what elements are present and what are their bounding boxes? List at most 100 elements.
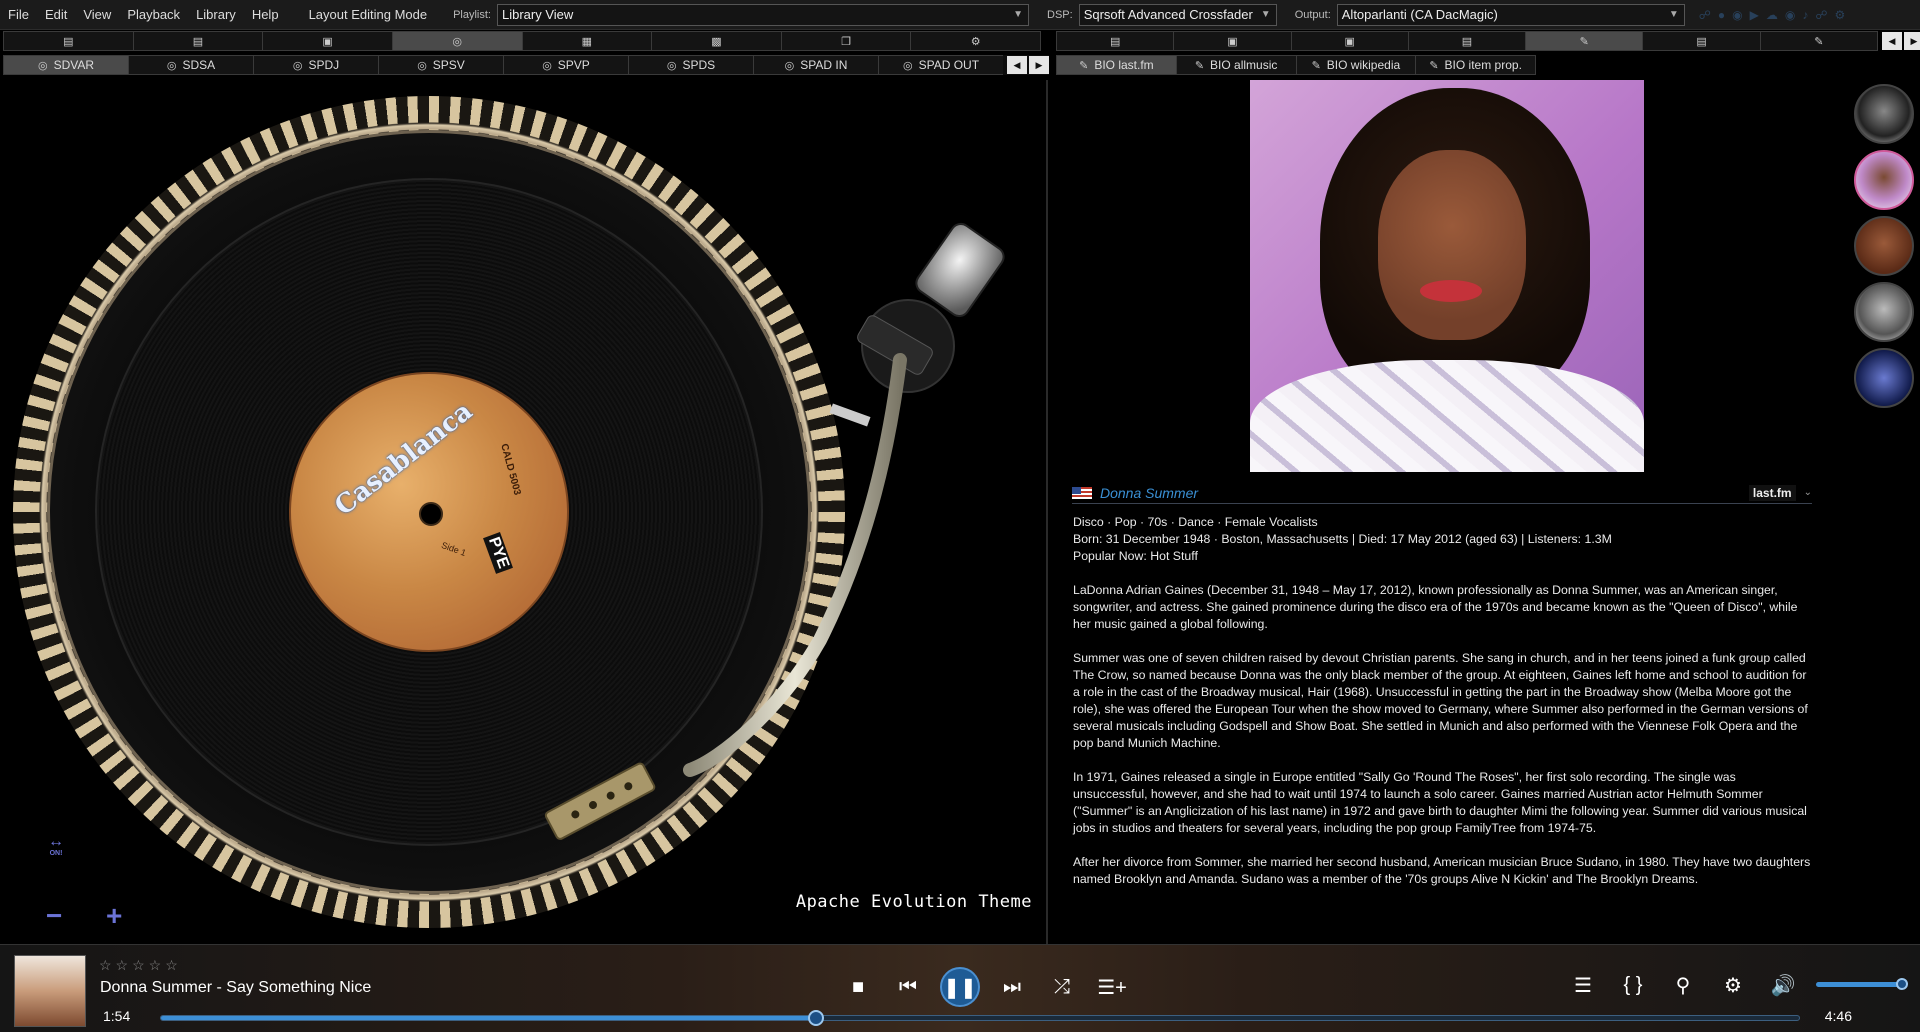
tab-chart[interactable]: ▩ (651, 31, 781, 51)
artist-thumbnail[interactable] (1854, 348, 1914, 408)
menu-library[interactable]: Library (188, 0, 244, 30)
menu-edit[interactable]: Edit (37, 0, 75, 30)
sync-toggle-icon[interactable]: ↔ ON! (48, 834, 64, 860)
platter[interactable]: Casablanca Side 1 CALD 5003 PYE (13, 96, 845, 928)
tab-label: BIO wikipedia (1326, 58, 1401, 72)
layout-editing-mode-toggle[interactable]: Layout Editing Mode (301, 0, 436, 30)
tab-gear[interactable]: ⚙ (910, 31, 1041, 51)
menu-view[interactable]: View (75, 0, 119, 30)
shuffle-button[interactable]: ⤮ (1044, 969, 1080, 1005)
artist-photo[interactable] (1250, 80, 1644, 472)
menu-file[interactable]: File (0, 0, 37, 30)
tab-sdsa[interactable]: ◎ SDSA (128, 55, 253, 75)
tab-bio-item-properties[interactable]: ✎ BIO item prop. (1415, 55, 1536, 75)
tab-biography[interactable]: ✎ (1525, 31, 1643, 51)
artist-thumbnail[interactable] (1854, 216, 1914, 276)
tab-columns[interactable]: ▦ (521, 31, 652, 51)
tab-sdvar[interactable]: ◎ SDVAR (3, 55, 128, 75)
rating-stars[interactable]: ☆☆☆☆☆ (99, 957, 182, 974)
left-icon-tab-row: ▤ ▤ ▣ ◎ ▦ ▩ ❐ ⚙ (3, 31, 1041, 51)
output-value: Altoparlanti (CA DacMagic) (1341, 6, 1498, 22)
volume-handle[interactable] (1896, 978, 1908, 990)
music-icon[interactable]: ♪ (1802, 8, 1808, 22)
mute-button[interactable]: 🔊 (1764, 967, 1802, 1003)
chevron-down-icon[interactable]: ⌄ (1804, 487, 1812, 498)
scroll-left-button[interactable]: ◀ (1007, 56, 1027, 74)
right-tab-scroll: ◀ ▶ (1882, 31, 1920, 50)
stop-button[interactable]: ■ (840, 969, 876, 1005)
wikipedia-icon[interactable]: ☍ (1815, 8, 1827, 22)
record-icon: ◎ (542, 59, 552, 72)
cloud-icon[interactable]: ☁ (1766, 8, 1778, 22)
tab-edit[interactable]: ✎ (1759, 31, 1878, 51)
tab-spsv[interactable]: ◎ SPSV (378, 55, 503, 75)
playlist-value: Library View (502, 6, 574, 22)
tab-cassette[interactable]: ▣ (1290, 31, 1408, 51)
artist-thumbnail[interactable] (1854, 84, 1914, 144)
chart-icon: ▩ (711, 35, 722, 48)
tab-document[interactable]: ▤ (3, 31, 133, 51)
search-button[interactable]: ⚲ (1664, 967, 1702, 1003)
record-label: Casablanca Side 1 CALD 5003 PYE (289, 372, 569, 652)
tab-spdj[interactable]: ◎ SPDJ (253, 55, 378, 75)
tab-spvp[interactable]: ◎ SPVP (503, 55, 628, 75)
settings-button[interactable]: ⚙ (1714, 967, 1752, 1003)
tab-label: SDSA (182, 58, 216, 72)
tab-document[interactable]: ▤ (1056, 31, 1174, 51)
tab-cassette[interactable]: ▣ (262, 31, 392, 51)
tab-bio-wikipedia[interactable]: ✎ BIO wikipedia (1295, 55, 1416, 75)
tab-bio-allmusic[interactable]: ✎ BIO allmusic (1175, 55, 1296, 75)
google-icon[interactable]: ● (1718, 8, 1725, 22)
previous-button[interactable]: ⏮ (890, 969, 926, 1005)
playlist-select[interactable]: Library View ▼ (497, 3, 1029, 26)
bio-paragraph: Summer was one of seven children raised … (1073, 651, 1808, 750)
output-select[interactable]: Altoparlanti (CA DacMagic) ▼ (1336, 3, 1685, 26)
artist-thumbnail[interactable] (1854, 150, 1914, 210)
album-art[interactable] (14, 955, 86, 1027)
tab-book[interactable]: ▤ (132, 31, 263, 51)
zoom-in-button[interactable]: + (106, 900, 122, 932)
record-icon: ◎ (666, 59, 677, 72)
seek-handle[interactable] (808, 1010, 825, 1026)
zoom-out-button[interactable]: − (46, 900, 62, 932)
link-icon[interactable]: ☍ (1699, 8, 1711, 22)
tab-bio-lastfm[interactable]: ✎ BIO last.fm (1056, 55, 1176, 75)
add-to-queue-button[interactable]: ☰+ (1094, 969, 1130, 1005)
menu-help[interactable]: Help (244, 0, 287, 30)
tab-spad-in[interactable]: ◎ SPAD IN (753, 55, 878, 75)
seek-bar[interactable] (160, 1010, 1800, 1026)
tab-record[interactable]: ◎ (391, 31, 522, 51)
dsp-select[interactable]: Sqrsoft Advanced Crossfader ▼ (1078, 3, 1277, 26)
artist-name[interactable]: Donna Summer (1100, 485, 1198, 501)
gear-icon: ⚙ (970, 35, 981, 48)
scroll-right-button[interactable]: ▶ (1904, 32, 1920, 50)
braces-icon: { } (1623, 973, 1643, 996)
tab-panel[interactable]: ▤ (1642, 31, 1760, 51)
counterweight (915, 222, 1005, 318)
player-bar: ☆☆☆☆☆ Donna Summer - Say Something Nice … (0, 944, 1920, 1032)
tab-spds[interactable]: ◎ SPDS (628, 55, 753, 75)
spotify-icon[interactable]: ◉ (1785, 8, 1795, 22)
youtube-icon[interactable]: ▶ (1750, 8, 1759, 22)
previous-icon: ⏮ (899, 975, 917, 998)
tab-copy[interactable]: ❐ (780, 31, 911, 51)
queue-button[interactable]: ☰ (1564, 967, 1602, 1003)
bio-source-badge[interactable]: last.fm (1748, 484, 1796, 501)
settings-icon[interactable]: ⚙ (1835, 8, 1846, 22)
bio-paragraph: LaDonna Adrian Gaines (December 31, 1948… (1073, 583, 1798, 631)
biography-icon: ✎ (1079, 59, 1089, 72)
code-button[interactable]: { } (1614, 967, 1652, 1003)
tab-label: SPDS (682, 58, 716, 72)
tab-spad-out[interactable]: ◎ SPAD OUT (878, 55, 1003, 75)
menu-playback[interactable]: Playback (119, 0, 188, 30)
volume-slider[interactable] (1816, 978, 1908, 990)
discogs-icon[interactable]: ◉ (1732, 8, 1742, 22)
next-button[interactable]: ⏭ (994, 969, 1030, 1005)
scroll-left-button[interactable]: ◀ (1882, 32, 1902, 50)
record-icon: ◎ (902, 59, 913, 72)
scroll-right-button[interactable]: ▶ (1029, 56, 1049, 74)
tab-list[interactable]: ▤ (1407, 31, 1526, 51)
artist-thumbnail[interactable] (1854, 282, 1914, 342)
pause-button[interactable]: ❚❚ (940, 967, 980, 1007)
tab-image[interactable]: ▣ (1173, 31, 1291, 51)
